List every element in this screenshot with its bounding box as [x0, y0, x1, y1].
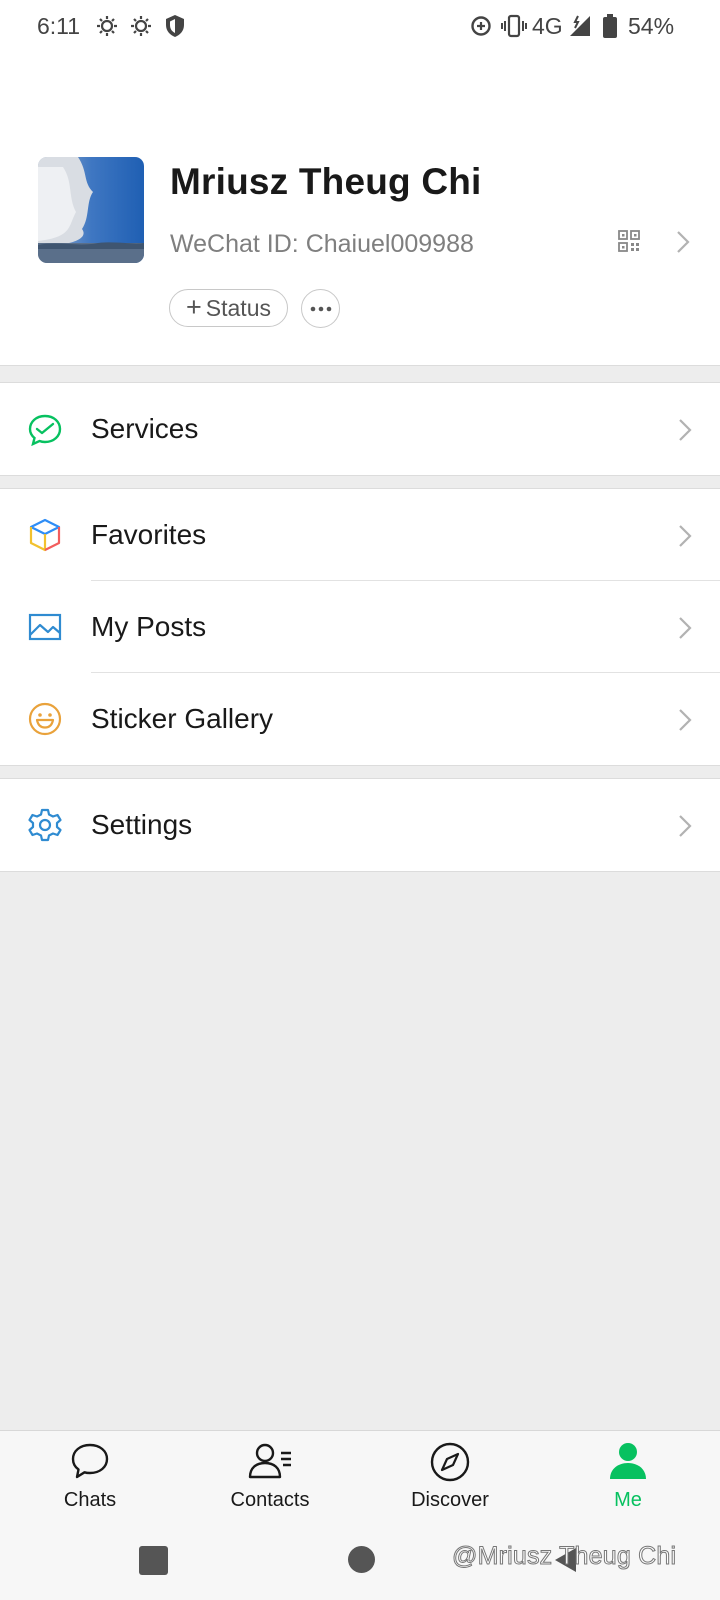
tab-label: Discover — [411, 1489, 489, 1511]
status-label: Status — [205, 294, 271, 321]
tab-chats[interactable]: Chats — [10, 1431, 170, 1533]
qr-code-icon[interactable] — [618, 230, 640, 257]
bottom-tab-bar: Chats Contacts Discover Me — [0, 1430, 720, 1532]
status-bar: 6:11 4G 54% — [0, 0, 720, 54]
smiley-icon — [28, 702, 62, 736]
profile-header[interactable]: Mriusz Theug Chi WeChat ID: Chaiuel00998… — [0, 54, 720, 366]
menu-group-settings: Settings — [0, 778, 720, 872]
chevron-right-icon — [678, 418, 692, 447]
profile-name: Mriusz Theug Chi — [170, 161, 482, 202]
vibrate-icon — [500, 13, 528, 44]
battery-percent: 54% — [628, 13, 675, 39]
tab-label: Me — [614, 1489, 642, 1511]
signal-icon — [568, 13, 592, 44]
services-icon — [28, 412, 62, 447]
settings-label: Settings — [91, 809, 193, 840]
menu-item-my-posts[interactable]: My Posts — [0, 581, 720, 673]
battery-icon — [602, 13, 618, 44]
tab-me[interactable]: Me — [548, 1431, 708, 1533]
recents-button[interactable] — [139, 1546, 168, 1575]
chevron-right-icon — [678, 616, 692, 645]
tab-label: Chats — [63, 1489, 117, 1511]
my-posts-label: My Posts — [91, 611, 207, 642]
services-label: Services — [91, 413, 199, 444]
chevron-right-icon — [678, 814, 692, 843]
chevron-right-icon — [678, 524, 692, 553]
tab-label: Contacts — [230, 1489, 310, 1511]
favorites-cube-icon — [28, 518, 62, 552]
watermark: @Mriusz Theug Chi — [451, 1542, 677, 1571]
menu-item-settings[interactable]: Settings — [0, 779, 720, 871]
plus-icon: + — [186, 291, 202, 322]
more-options-button[interactable] — [301, 289, 340, 328]
chat-bubble-icon — [69, 1441, 111, 1486]
more-icon — [310, 306, 331, 311]
avatar[interactable] — [38, 157, 144, 263]
compass-icon — [429, 1441, 471, 1488]
favorites-label: Favorites — [91, 519, 207, 550]
gear-icon — [28, 808, 62, 842]
shield-icon — [164, 13, 186, 44]
home-button[interactable] — [348, 1546, 375, 1573]
menu-group-content: Favorites My Posts Sticker Gallery — [0, 488, 720, 766]
person-icon — [607, 1441, 649, 1486]
tab-contacts[interactable]: Contacts — [190, 1431, 350, 1533]
add-status-button[interactable]: + Status — [169, 289, 288, 327]
menu-item-favorites[interactable]: Favorites — [0, 489, 720, 581]
system-nav-bar: @Mriusz Theug Chi — [0, 1532, 720, 1600]
sticker-gallery-label: Sticker Gallery — [91, 703, 274, 734]
status-time: 6:11 — [37, 13, 81, 39]
chevron-right-icon — [678, 708, 692, 737]
weather-icon — [94, 13, 120, 44]
chevron-right-icon[interactable] — [676, 230, 690, 259]
network-type: 4G — [532, 13, 563, 39]
menu-item-sticker-gallery[interactable]: Sticker Gallery — [0, 673, 720, 765]
weather-icon — [128, 13, 154, 44]
wechat-id: WeChat ID: Chaiuel009988 — [170, 230, 474, 258]
data-saver-icon — [469, 13, 493, 44]
contacts-icon — [247, 1441, 293, 1486]
menu-group-services: Services — [0, 382, 720, 476]
tab-discover[interactable]: Discover — [370, 1431, 530, 1533]
photo-icon — [28, 610, 62, 644]
menu-item-services[interactable]: Services — [0, 383, 720, 475]
